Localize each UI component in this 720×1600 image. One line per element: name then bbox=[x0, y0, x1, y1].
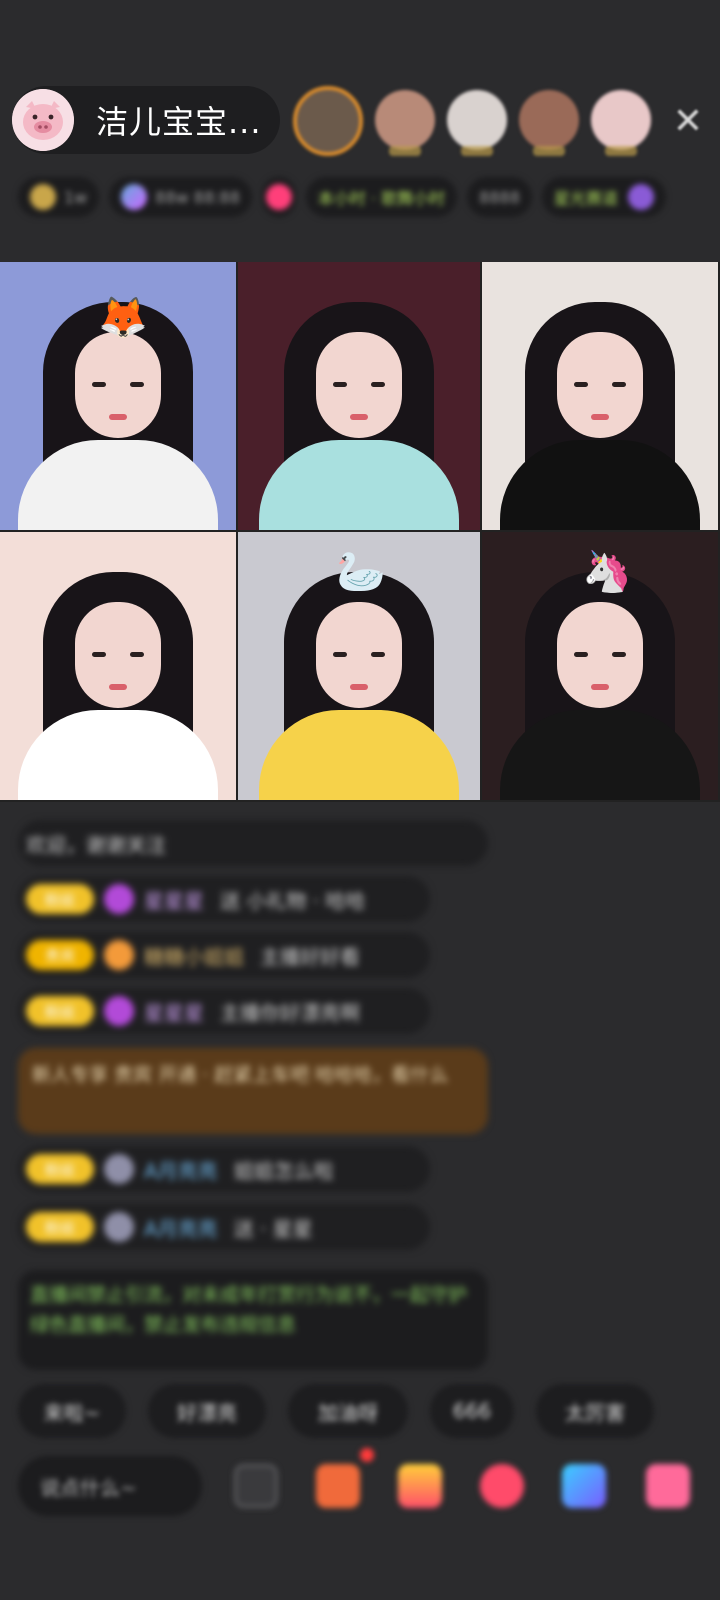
guest-lips bbox=[591, 684, 609, 690]
guest-video-tile[interactable] bbox=[238, 262, 482, 532]
gamepad-icon[interactable] bbox=[234, 1464, 278, 1508]
chat-message[interactable]: 粉丝 A月亮亮 姐姐怎么啦 bbox=[18, 1146, 430, 1192]
guest-face bbox=[557, 332, 643, 438]
share-icon[interactable] bbox=[562, 1464, 606, 1508]
gift-icon[interactable] bbox=[646, 1464, 690, 1508]
guest-lips bbox=[350, 414, 368, 420]
guest-video-tile[interactable] bbox=[482, 262, 720, 532]
multi-guest-video-grid: 🦊 🦢 🦄 bbox=[0, 262, 720, 802]
viewer-avatar[interactable] bbox=[375, 90, 435, 156]
quick-reply-row: 来啦~ 好漂亮 加油呀 666 太厉害 bbox=[18, 1384, 654, 1440]
count-chip: 8888 bbox=[467, 177, 532, 217]
trophy-icon bbox=[627, 184, 654, 210]
chat-message[interactable]: 贵宾 糖糖小姐姐 主播好好看 bbox=[18, 932, 430, 978]
track-chip[interactable]: 星光赛道 bbox=[541, 177, 666, 217]
quick-reply-button[interactable]: 来啦~ bbox=[18, 1384, 126, 1438]
user-avatar bbox=[104, 1212, 134, 1242]
diamond-icon bbox=[104, 884, 134, 914]
chat-username[interactable]: A月亮亮 bbox=[144, 1155, 218, 1184]
fan-badge: 粉丝 bbox=[26, 1154, 94, 1184]
room-info-row: 1w 88w 88:88 本小时 · 歌舞小时 8888 星光赛道 bbox=[18, 172, 704, 222]
rank-icon bbox=[30, 184, 56, 210]
hour-rank-chip[interactable]: 本小时 · 歌舞小时 bbox=[305, 177, 458, 217]
chat-username[interactable]: 糖糖小姐姐 bbox=[144, 941, 244, 970]
close-icon[interactable]: ✕ bbox=[670, 104, 706, 140]
fan-badge: 粉丝 bbox=[26, 996, 94, 1026]
guest-eye bbox=[130, 652, 144, 657]
guest-eye bbox=[130, 382, 144, 387]
system-message: 欢迎，谢谢关注 bbox=[18, 820, 488, 866]
vip-badge: 贵宾 bbox=[26, 940, 94, 970]
guest-eye bbox=[371, 652, 385, 657]
head-sticker-icon: 🦊 bbox=[98, 295, 148, 341]
bottom-toolbar: 说点什么~ bbox=[18, 1448, 720, 1516]
guest-face bbox=[316, 332, 402, 438]
guest-face bbox=[557, 602, 643, 708]
viewer-avatar[interactable] bbox=[591, 90, 651, 156]
guest-lips bbox=[109, 414, 127, 420]
shop-icon[interactable] bbox=[316, 1464, 360, 1508]
chat-username[interactable]: 星星星 bbox=[144, 997, 204, 1026]
gift-box-icon[interactable] bbox=[398, 1464, 442, 1508]
viewer-avatar[interactable] bbox=[293, 86, 363, 156]
quick-reply-button[interactable]: 加油呀 bbox=[288, 1384, 408, 1438]
guest-lips bbox=[109, 684, 127, 690]
guest-eye bbox=[612, 652, 626, 657]
guest-face bbox=[75, 602, 161, 708]
fan-badge: 粉丝 bbox=[26, 1212, 94, 1242]
guest-lips bbox=[350, 684, 368, 690]
chat-text: 送 · 星星 bbox=[233, 1216, 313, 1241]
pig-avatar-icon bbox=[12, 89, 74, 151]
guest-eye bbox=[333, 382, 347, 387]
quick-reply-button[interactable]: 666 bbox=[430, 1384, 514, 1438]
chat-text: 姐姐怎么啦 bbox=[233, 1158, 334, 1183]
guest-eye bbox=[574, 382, 588, 387]
chat-text: 主播好好看 bbox=[260, 944, 360, 969]
guest-face bbox=[75, 332, 161, 438]
head-sticker-icon: 🦄 bbox=[582, 549, 632, 595]
guest-eye bbox=[333, 652, 347, 657]
user-avatar bbox=[104, 940, 134, 970]
heart-icon[interactable] bbox=[480, 1464, 524, 1508]
globe-icon bbox=[121, 184, 148, 210]
guest-eye bbox=[574, 652, 588, 657]
guest-eye bbox=[92, 382, 106, 387]
head-sticker-icon: 🦢 bbox=[336, 549, 386, 595]
guest-face bbox=[316, 602, 402, 708]
system-notice: 直播间禁止引流，对未成年打赏行为说不，一起守护绿色直播间，禁止发布违规信息 bbox=[18, 1270, 488, 1370]
heart-icon bbox=[265, 184, 292, 210]
fan-badge: 粉丝 bbox=[26, 884, 94, 914]
promo-message[interactable]: 新人专享 贵宾 开通 · 赶紧上车吧 哈哈哈，看什么 bbox=[18, 1048, 488, 1134]
chat-username[interactable]: A月亮亮 bbox=[144, 1213, 218, 1242]
chat-message[interactable]: 粉丝 星星星 送 小礼物 · 哈哈 bbox=[18, 876, 430, 922]
guest-eye bbox=[612, 382, 626, 387]
quick-reply-button[interactable]: 好漂亮 bbox=[148, 1384, 266, 1438]
viewer-avatar[interactable] bbox=[519, 90, 579, 156]
diamond-icon bbox=[104, 996, 134, 1026]
guest-eye bbox=[371, 382, 385, 387]
hot-chip[interactable] bbox=[261, 177, 296, 217]
host-avatar[interactable] bbox=[12, 89, 74, 151]
guest-video-tile[interactable]: 🦊 bbox=[0, 262, 238, 532]
chat-message[interactable]: 粉丝 A月亮亮 送 · 星星 bbox=[18, 1204, 430, 1250]
stats-chip[interactable]: 88w 88:88 bbox=[109, 177, 252, 217]
viewer-avatar[interactable] bbox=[447, 90, 507, 156]
chat-message[interactable]: 粉丝 星星星 主播你好漂亮啊 bbox=[18, 988, 430, 1034]
notification-dot bbox=[360, 1448, 374, 1462]
host-name: 洁儿宝宝... bbox=[96, 103, 262, 141]
rank-chip[interactable]: 1w bbox=[18, 177, 100, 217]
guest-video-tile[interactable]: 🦄 bbox=[482, 532, 720, 802]
guest-eye bbox=[92, 652, 106, 657]
user-avatar bbox=[104, 1154, 134, 1184]
guest-lips bbox=[591, 414, 609, 420]
viewer-avatar-list bbox=[293, 86, 651, 158]
host-info-pill[interactable]: 洁儿宝宝... bbox=[12, 86, 280, 154]
comment-input[interactable]: 说点什么~ bbox=[18, 1456, 202, 1516]
guest-video-tile[interactable] bbox=[0, 532, 238, 802]
chat-username[interactable]: 星星星 bbox=[144, 885, 204, 914]
chat-text: 主播你好漂亮啊 bbox=[220, 1000, 360, 1025]
chat-text: 送 小礼物 · 哈哈 bbox=[220, 888, 366, 913]
guest-video-tile[interactable]: 🦢 bbox=[238, 532, 482, 802]
quick-reply-button[interactable]: 太厉害 bbox=[536, 1384, 654, 1438]
